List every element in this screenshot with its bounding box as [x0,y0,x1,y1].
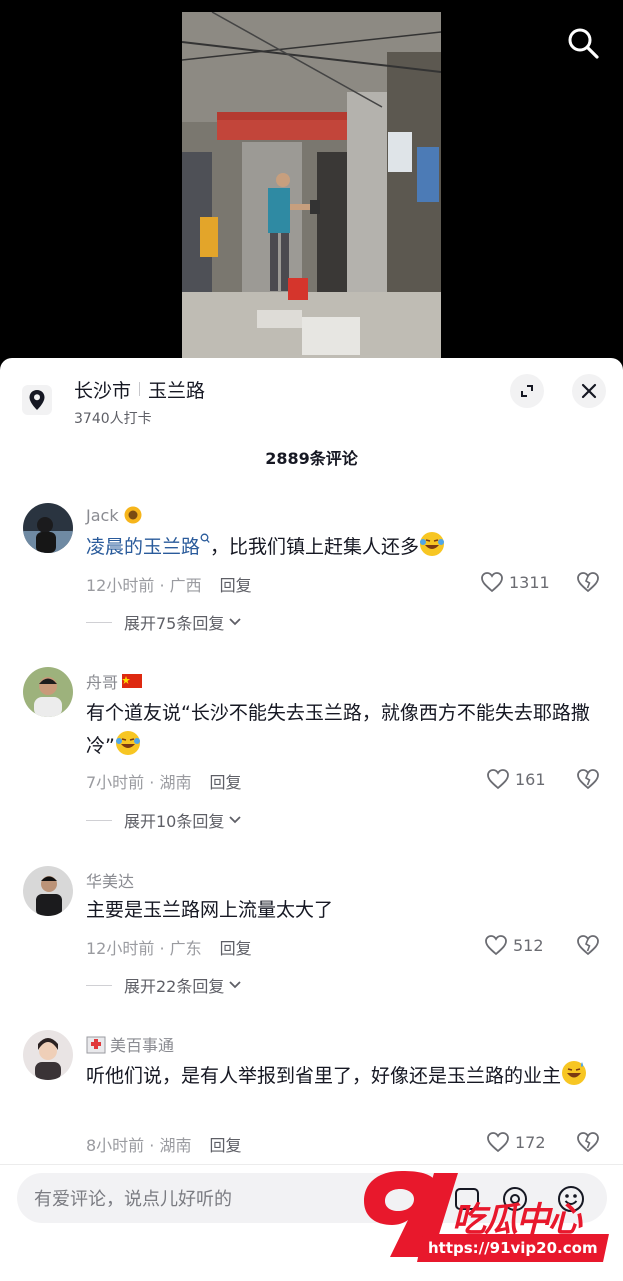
expand-divider [86,621,112,623]
reply-button[interactable]: 回复 [220,576,252,595]
video-player[interactable] [0,0,623,370]
location-checkins: 3740人打卡 [74,411,152,427]
like-button[interactable]: 1311 [480,571,550,593]
avatar[interactable] [23,667,73,717]
heart-icon [485,935,507,956]
like-count: 1311 [509,572,550,592]
laugh-cry-emoji [420,532,445,556]
heart-icon [487,1132,509,1153]
avatar[interactable] [23,866,73,916]
hospital-icon [86,1036,106,1054]
avatar[interactable] [23,1030,73,1080]
expand-replies-button[interactable]: 展开75条回复 [86,610,242,634]
expand-icon [521,385,533,397]
like-button[interactable]: 512 [484,934,544,956]
dislike-button[interactable] [576,1131,600,1155]
like-button[interactable]: 172 [486,1131,546,1153]
chevron-down-icon [229,816,242,824]
comment-text: 主要是玉兰路网上流量太大了 [86,899,334,921]
comment-input-placeholder: 有爱评论，说点儿好听的 [34,1189,232,1210]
broken-heart-icon [577,572,599,593]
sweat-smile-emoji [562,1061,587,1085]
comment-username[interactable]: 华美达 [86,868,134,892]
china-flag-icon [122,674,143,688]
comment-meta: 8小时前 · 湖南 回复 [86,1136,242,1155]
location-road: 玉兰路 [148,380,206,402]
heart-icon [487,769,509,790]
broken-heart-icon [577,1132,599,1153]
expand-replies-button[interactable]: 展开22条回复 [86,973,242,997]
broken-heart-icon [577,769,599,790]
comment-username[interactable]: 舟哥 [86,669,143,693]
comment-meta: 12小时前 · 广西 回复 [86,576,252,595]
comment-username[interactable]: 美百事通 [86,1032,174,1056]
expand-divider [86,819,112,821]
search-small-icon [200,533,210,543]
reply-button[interactable]: 回复 [220,939,252,958]
search-icon[interactable] [566,26,600,60]
comment-text: 听他们说，是有人举报到省里了，好像还是玉兰路的业主 [86,1060,598,1093]
video-scene-image [182,12,441,358]
close-icon [581,383,597,399]
expand-replies-button[interactable]: 展开10条回复 [86,808,242,832]
comment-count-title: 2889条评论 [265,449,358,468]
location-pin-icon[interactable] [22,385,52,415]
video-thumbnail[interactable] [182,12,441,358]
comment-text: 凌晨的玉兰路 ，比我们镇上赶集人还多 [86,531,598,564]
like-count: 512 [513,935,544,955]
comment-meta: 12小时前 · 广东 回复 [86,939,252,958]
location-divider [139,382,141,396]
location-title[interactable]: 长沙市 玉兰路 [74,376,205,403]
comment-username[interactable]: Jack [86,505,143,525]
broken-heart-icon [577,935,599,956]
like-count: 172 [515,1132,546,1152]
comment-text: 有个道友说“长沙不能失去玉兰路，就像西方不能失去耶路撒冷” [86,702,590,757]
heart-icon [481,572,503,593]
sunflower-icon [124,506,142,524]
avatar[interactable] [23,503,73,553]
watermark-url: https://91vip20.com [417,1234,609,1262]
chevron-down-icon [229,981,242,989]
reply-button[interactable]: 回复 [209,773,241,792]
reply-button[interactable]: 回复 [209,1136,241,1155]
location-city: 长沙市 [74,380,132,402]
like-button[interactable]: 161 [486,768,546,790]
comment-meta: 7小时前 · 湖南 回复 [86,773,242,792]
expand-divider [86,984,112,986]
dislike-button[interactable] [576,768,600,792]
close-button[interactable] [572,374,606,408]
like-count: 161 [515,769,546,789]
location-link[interactable]: 凌晨的玉兰路 [86,536,200,558]
dislike-button[interactable] [576,571,600,595]
laugh-cry-emoji [115,731,140,755]
chevron-down-icon [229,618,242,626]
dislike-button[interactable] [576,934,600,958]
expand-button[interactable] [510,374,544,408]
